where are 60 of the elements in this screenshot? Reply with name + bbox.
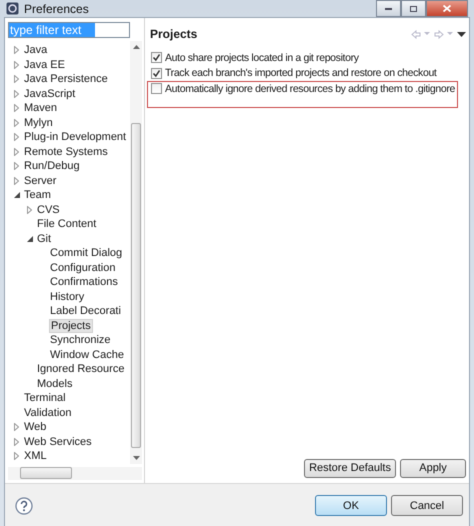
tree-item[interactable]: File Content bbox=[36, 217, 98, 232]
maximize-button[interactable] bbox=[401, 0, 426, 17]
checkbox-label[interactable]: Track each branch's imported projects and restore on checkout bbox=[165, 67, 436, 80]
minimize-button[interactable] bbox=[376, 0, 401, 17]
tree-item[interactable]: Web Services bbox=[23, 434, 93, 449]
scrollbar[interactable] bbox=[130, 41, 142, 464]
checkbox-label[interactable]: Automatically ignore derived resources by adding them to .gitignore bbox=[165, 83, 455, 95]
dropdown-icon[interactable] bbox=[447, 32, 454, 36]
restore-defaults-button[interactable]: Restore Defaults bbox=[304, 458, 396, 478]
close-icon bbox=[443, 5, 451, 12]
tree-item[interactable]: Plug-in Development bbox=[23, 130, 128, 144]
checkbox-label[interactable]: Auto share projects located in a git repository bbox=[165, 52, 359, 64]
scroll-up-icon[interactable] bbox=[132, 45, 140, 49]
tree-item[interactable]: Configuration bbox=[49, 260, 116, 275]
scrollbar[interactable] bbox=[8, 466, 142, 480]
tree-item[interactable]: Window Cache bbox=[49, 348, 125, 362]
window-title: Preferences bbox=[24, 2, 89, 16]
tree-item[interactable]: Git bbox=[36, 232, 52, 246]
checkbox[interactable] bbox=[151, 52, 162, 64]
tree-item[interactable]: Java Persistence bbox=[23, 72, 109, 86]
maximize-icon bbox=[410, 6, 417, 12]
tree-item[interactable]: Maven bbox=[23, 101, 58, 116]
tree-item[interactable]: JavaScript bbox=[23, 86, 76, 101]
checkbox[interactable] bbox=[151, 68, 162, 79]
tree-item[interactable]: XML bbox=[23, 449, 48, 464]
expanded-arrow-icon[interactable] bbox=[27, 236, 36, 242]
tree-item[interactable]: CVS bbox=[36, 202, 61, 217]
tree-item[interactable]: Validation bbox=[23, 406, 72, 420]
tree-item[interactable]: Java EE bbox=[23, 58, 66, 72]
tree-item[interactable]: Mylyn bbox=[23, 116, 54, 130]
tree-item[interactable]: Server bbox=[23, 174, 58, 188]
tree-item[interactable]: Synchronize bbox=[49, 333, 112, 348]
app-icon bbox=[6, 2, 19, 15]
page-title: Projects bbox=[150, 27, 198, 41]
back-icon[interactable] bbox=[411, 30, 421, 38]
cancel-button[interactable]: Cancel bbox=[391, 495, 463, 516]
dropdown-icon[interactable] bbox=[424, 32, 431, 36]
tree-item[interactable]: Models bbox=[36, 376, 74, 391]
tree-item[interactable]: Java bbox=[23, 43, 48, 58]
expanded-arrow-icon[interactable] bbox=[14, 192, 23, 198]
close-button[interactable] bbox=[426, 0, 468, 17]
tree-item[interactable]: Terminal bbox=[23, 391, 67, 406]
tree-item[interactable]: Ignored Resource bbox=[36, 362, 126, 376]
checkbox[interactable] bbox=[151, 83, 162, 94]
tree-item[interactable]: Team bbox=[23, 188, 52, 202]
apply-button[interactable]: Apply bbox=[400, 458, 466, 478]
tree-item[interactable]: Web bbox=[23, 420, 48, 434]
help-icon[interactable] bbox=[15, 496, 33, 514]
tree-item[interactable]: Remote Systems bbox=[23, 144, 109, 159]
minimize-icon bbox=[385, 8, 392, 10]
tree-item[interactable]: Label Decorati bbox=[49, 304, 122, 318]
tree-item[interactable]: Confirmations bbox=[49, 275, 119, 290]
ok-button[interactable]: OK bbox=[315, 495, 387, 516]
tree-item[interactable]: Projects bbox=[49, 318, 93, 333]
tree-item[interactable]: Commit Dialog bbox=[49, 246, 124, 260]
menu-icon[interactable] bbox=[457, 32, 466, 36]
scroll-down-icon[interactable] bbox=[132, 456, 140, 460]
forward-icon[interactable] bbox=[434, 30, 444, 38]
tree-item[interactable]: History bbox=[49, 290, 86, 304]
tree-item[interactable]: Run/Debug bbox=[23, 159, 81, 174]
